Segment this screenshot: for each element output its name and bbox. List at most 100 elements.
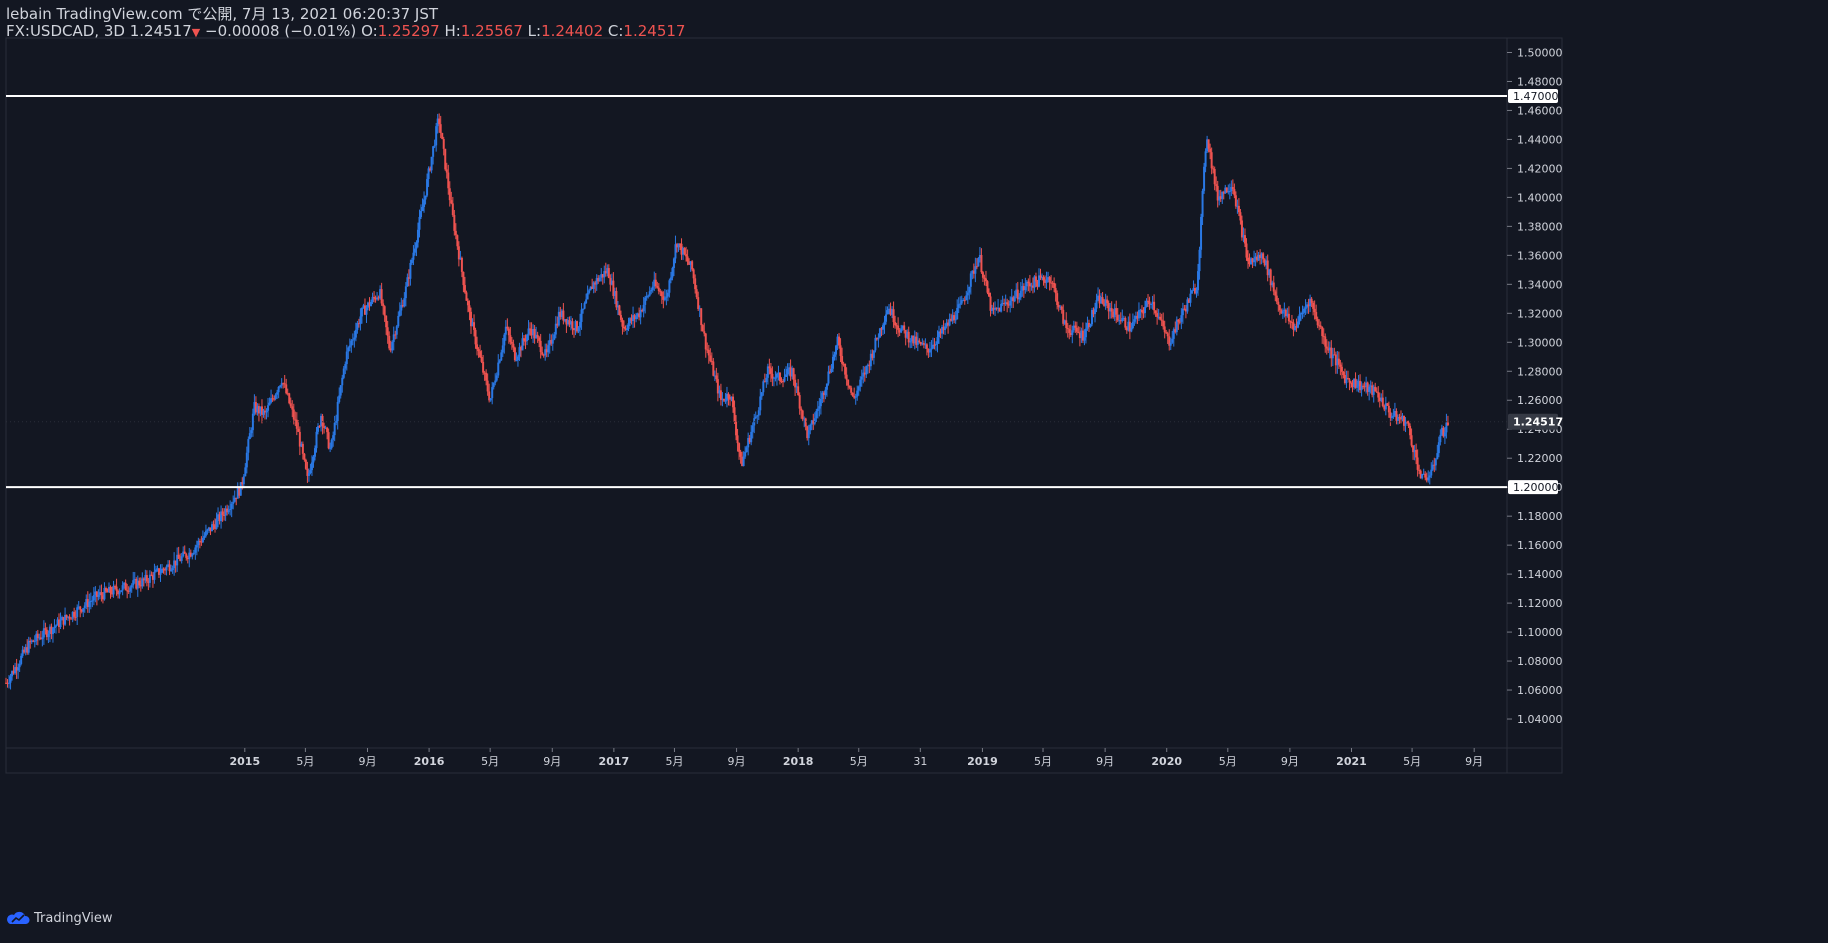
candle-body	[307, 473, 310, 476]
candle-body	[813, 418, 816, 424]
tradingview-brand[interactable]: TradingView	[6, 910, 113, 926]
candle-body	[313, 448, 316, 457]
candle-body	[1253, 259, 1256, 263]
candle-body	[735, 421, 738, 436]
candle-body	[68, 616, 71, 619]
y-tick-label: 1.22000	[1517, 452, 1563, 465]
candle-body	[277, 386, 280, 393]
candle-body	[441, 133, 444, 139]
candle-body	[744, 451, 747, 457]
candle-body	[191, 554, 194, 557]
candle-body	[1272, 282, 1275, 292]
candle-body	[1340, 366, 1343, 372]
candle-body	[621, 319, 624, 327]
candle-body	[831, 356, 834, 369]
candle-body	[177, 554, 180, 559]
candle-body	[1301, 312, 1304, 314]
candle-body	[159, 572, 162, 575]
candle-body	[1303, 308, 1306, 313]
candle-body	[1243, 235, 1246, 244]
candle-body	[838, 336, 841, 346]
candle-body	[582, 308, 585, 310]
candle-body	[553, 334, 556, 340]
candle-body	[1056, 293, 1059, 306]
candle-body	[74, 616, 77, 618]
candle-body	[865, 365, 868, 375]
candle-body	[1178, 321, 1181, 323]
candle-body	[986, 281, 989, 293]
candle-body	[671, 267, 674, 278]
candle-body	[1409, 425, 1412, 436]
candle-body	[412, 252, 415, 260]
candle-body	[903, 325, 906, 331]
candle-body	[73, 611, 76, 617]
candle-body	[768, 366, 771, 369]
candle-body	[1296, 321, 1299, 328]
candle-body	[118, 591, 121, 595]
candle-body	[409, 262, 412, 279]
candle-body	[395, 326, 398, 335]
candle-body	[762, 381, 765, 393]
candle-body	[1204, 151, 1207, 167]
candle-body	[466, 300, 469, 306]
y-tick-label: 1.06000	[1517, 684, 1563, 697]
candle-body	[1166, 333, 1169, 337]
candles	[5, 113, 1449, 690]
candle-body	[909, 341, 912, 343]
candle-body	[1019, 290, 1022, 298]
candle-body	[897, 325, 900, 330]
candle-body	[1115, 308, 1118, 315]
candle-body	[878, 328, 881, 338]
candle-body	[1390, 416, 1393, 418]
candle-body	[977, 258, 980, 267]
candle-body	[295, 419, 298, 429]
candle-body	[934, 343, 937, 345]
x-tick-label: 5月	[481, 755, 499, 768]
candle-body	[392, 334, 395, 342]
candle-body	[1386, 403, 1389, 406]
x-tick-label: 2018	[783, 755, 814, 768]
candle-body	[598, 277, 601, 282]
candle-body	[289, 403, 292, 407]
candle-body	[1377, 392, 1380, 398]
candle-body	[984, 278, 987, 282]
candle-body	[124, 582, 127, 591]
candle-body	[203, 535, 206, 539]
price-chart[interactable]: 1.04000 1.06000 1.08000 1.10000 1.12000 1.140…	[0, 0, 1828, 939]
candle-body	[430, 156, 433, 171]
candle-body	[619, 315, 622, 320]
candle-body	[1148, 301, 1151, 305]
candle-body	[1356, 386, 1359, 388]
candle-body	[486, 380, 489, 392]
candle-body	[476, 344, 479, 350]
candle-body	[759, 396, 762, 411]
candle-body	[1150, 303, 1153, 305]
candle-body	[291, 406, 294, 410]
candle-body	[536, 334, 539, 338]
candle-body	[304, 459, 307, 469]
candle-body	[265, 410, 268, 413]
candle-body	[447, 172, 450, 189]
candle-body	[1231, 187, 1234, 190]
candle-body	[1140, 309, 1143, 313]
chart-svg[interactable]: 1.04000 1.06000 1.08000 1.10000 1.12000 1.140…	[0, 0, 1828, 939]
candle-body	[500, 352, 503, 361]
candle-body	[1312, 302, 1315, 309]
candle-body	[833, 354, 836, 357]
candle-body	[276, 392, 279, 395]
candle-body	[341, 377, 344, 386]
candle-body	[454, 230, 457, 236]
candle-body	[1316, 319, 1319, 326]
candle-body	[92, 595, 95, 601]
candle-body	[894, 322, 897, 326]
candle-body	[733, 407, 736, 422]
candle-body	[335, 421, 338, 423]
candle-body	[1342, 371, 1345, 376]
candle-body	[719, 390, 722, 400]
candle-body	[933, 344, 936, 346]
candle-body	[792, 368, 795, 380]
candle-body	[485, 372, 488, 381]
candle-body	[1339, 364, 1342, 367]
candle-body	[344, 364, 347, 369]
candle-body	[424, 195, 427, 200]
